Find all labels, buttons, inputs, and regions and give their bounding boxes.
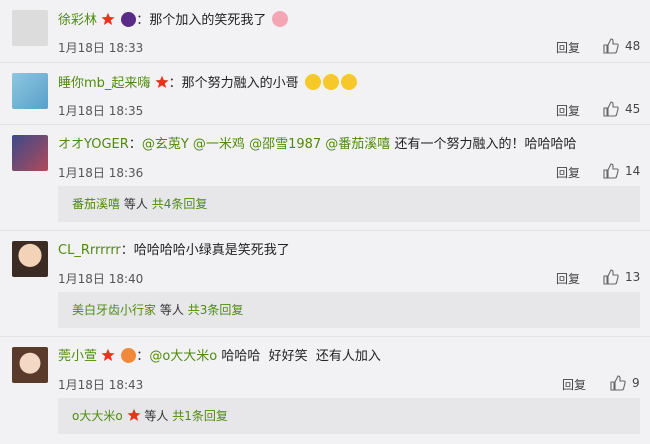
laughing-face-icon bbox=[322, 74, 339, 90]
timestamp: 1月18日 18:33 bbox=[58, 41, 144, 55]
reply-button[interactable]: 回复 bbox=[562, 376, 586, 393]
reply-button[interactable]: 回复 bbox=[556, 270, 580, 287]
like-count: 13 bbox=[625, 270, 641, 284]
avatar[interactable] bbox=[12, 135, 48, 171]
like-button[interactable]: 14 bbox=[603, 163, 640, 179]
thumb-up-icon bbox=[603, 269, 619, 285]
reply-user-link[interactable]: o大大米o bbox=[72, 409, 123, 423]
laughing-face-icon bbox=[340, 74, 357, 90]
reply-summary[interactable]: 美白牙齿小行家 等人 共3条回复 bbox=[58, 292, 640, 328]
avatar[interactable] bbox=[12, 73, 48, 109]
mention-link[interactable]: @番茄溪嘻 bbox=[325, 137, 390, 152]
heart-badge-icon bbox=[121, 348, 137, 363]
username[interactable]: オオYOGER bbox=[58, 137, 129, 152]
reply-count-link[interactable]: 共1条回复 bbox=[172, 409, 228, 423]
timestamp: 1月18日 18:36 bbox=[58, 166, 144, 180]
comment-item: オオYOGER：@玄莵Y @一米鸡 @邵雪1987 @番茄溪嘻 还有一个努力融入… bbox=[0, 125, 650, 231]
like-button[interactable]: 48 bbox=[603, 38, 640, 54]
timestamp: 1月18日 18:40 bbox=[58, 272, 144, 286]
reply-count-link[interactable]: 共4条回复 bbox=[152, 197, 208, 211]
like-count: 45 bbox=[625, 102, 641, 116]
like-count: 48 bbox=[625, 39, 641, 53]
thumb-up-icon bbox=[610, 375, 626, 391]
reply-button[interactable]: 回复 bbox=[556, 102, 580, 119]
reply-count-link[interactable]: 共3条回复 bbox=[188, 303, 244, 317]
night-badge-icon bbox=[121, 12, 137, 27]
laughing-face-icon bbox=[304, 74, 321, 90]
pig-face-icon bbox=[272, 11, 289, 27]
star-badge-icon bbox=[126, 408, 141, 421]
comment-text: 还有一个努力融入的！哈哈哈哈 bbox=[394, 137, 577, 152]
username[interactable]: CL_Rrrrrrr bbox=[58, 243, 121, 258]
username[interactable]: 莞小萱 bbox=[58, 349, 97, 364]
comment-item: 睡你mb_起来嗨 ：那个努力融入的小哥 1月18日 18:35 回复 45 bbox=[0, 63, 650, 125]
username[interactable]: 睡你mb_起来嗨 bbox=[58, 76, 150, 91]
comment-text: 哈哈哈 好好笑 还有人加入 bbox=[221, 349, 381, 364]
comment-item: 莞小萱 ：@o大大米o 哈哈哈 好好笑 还有人加入 1月18日 18:43 回复… bbox=[0, 337, 650, 444]
comment-text: 哈哈哈哈小绿真是笑死我了 bbox=[133, 243, 290, 258]
avatar[interactable] bbox=[12, 10, 48, 46]
star-badge-icon bbox=[154, 75, 169, 88]
username[interactable]: 徐彩林 bbox=[58, 13, 97, 28]
comment-item: 徐彩林 ：那个加入的笑死我了 1月18日 18:33 回复 48 bbox=[0, 0, 650, 63]
like-button[interactable]: 13 bbox=[603, 269, 640, 285]
avatar[interactable] bbox=[12, 347, 48, 383]
reply-user-link[interactable]: 美白牙齿小行家 bbox=[72, 303, 156, 317]
comment-item: CL_Rrrrrrr：哈哈哈哈小绿真是笑死我了 1月18日 18:40 回复 1… bbox=[0, 231, 650, 337]
timestamp: 1月18日 18:35 bbox=[58, 104, 144, 118]
avatar[interactable] bbox=[12, 241, 48, 277]
thumb-up-icon bbox=[603, 101, 619, 117]
reply-summary[interactable]: 番茄溪嘻 等人 共4条回复 bbox=[58, 186, 640, 222]
star-badge-icon bbox=[101, 348, 115, 361]
comment-line: 睡你mb_起来嗨 ：那个努力融入的小哥 bbox=[58, 74, 357, 93]
reply-summary[interactable]: o大大米o 等人 共1条回复 bbox=[58, 398, 640, 434]
comment-text: 那个加入的笑死我了 bbox=[149, 13, 267, 28]
thumb-up-icon bbox=[603, 38, 619, 54]
like-count: 9 bbox=[632, 376, 640, 390]
reply-button[interactable]: 回复 bbox=[556, 39, 580, 56]
timestamp: 1月18日 18:43 bbox=[58, 378, 144, 392]
mention-link[interactable]: @o大大米o bbox=[149, 349, 217, 364]
comment-line: オオYOGER：@玄莵Y @一米鸡 @邵雪1987 @番茄溪嘻 还有一个努力融入… bbox=[58, 137, 577, 152]
comment-text: 那个努力融入的小哥 bbox=[181, 76, 299, 91]
like-button[interactable]: 9 bbox=[610, 375, 640, 391]
reply-button[interactable]: 回复 bbox=[556, 164, 580, 181]
comment-line: CL_Rrrrrrr：哈哈哈哈小绿真是笑死我了 bbox=[58, 243, 290, 258]
mention-link[interactable]: @邵雪1987 bbox=[249, 137, 321, 152]
thumb-up-icon bbox=[603, 163, 619, 179]
like-button[interactable]: 45 bbox=[603, 101, 640, 117]
star-badge-icon bbox=[101, 12, 115, 25]
comment-line: 徐彩林 ：那个加入的笑死我了 bbox=[58, 11, 289, 30]
like-count: 14 bbox=[625, 164, 641, 178]
comment-line: 莞小萱 ：@o大大米o 哈哈哈 好好笑 还有人加入 bbox=[58, 348, 381, 364]
mention-link[interactable]: @一米鸡 bbox=[193, 137, 245, 152]
mention-link[interactable]: @玄莵Y bbox=[142, 137, 189, 152]
reply-user-link[interactable]: 番茄溪嘻 bbox=[72, 197, 120, 211]
